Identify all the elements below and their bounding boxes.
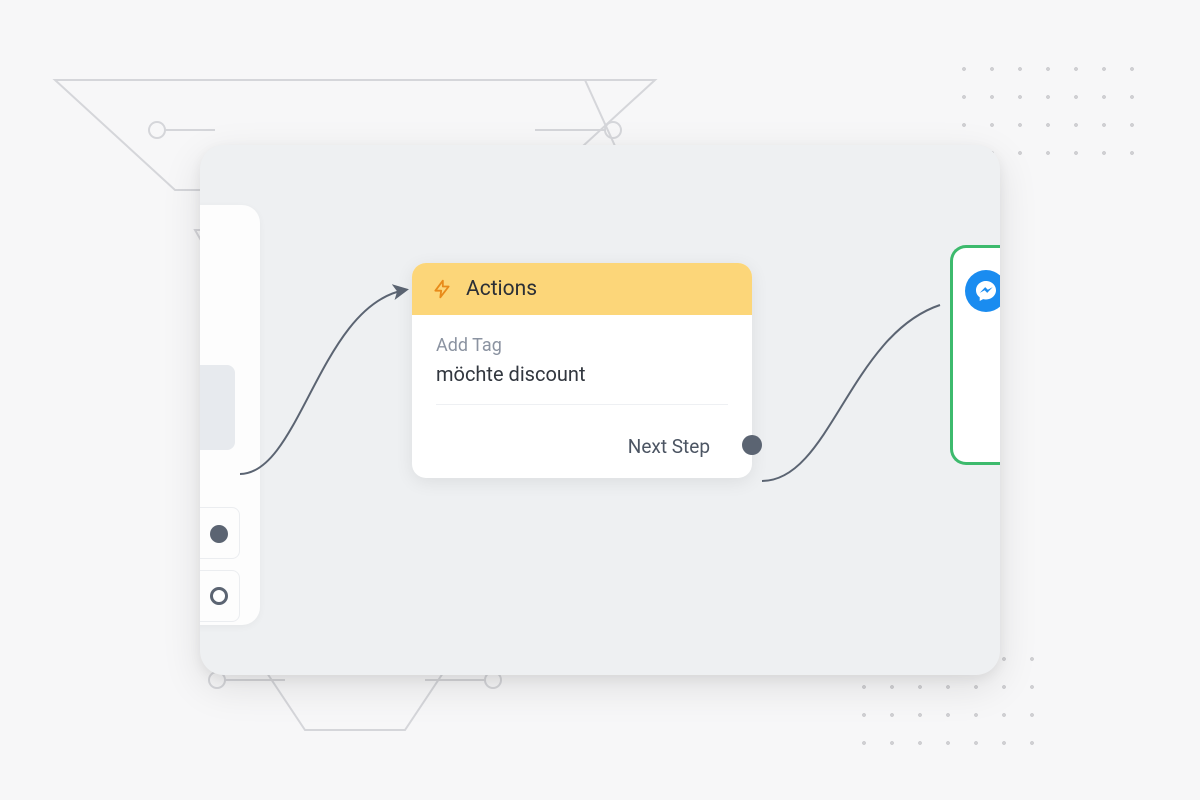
- previous-node-content: [200, 365, 235, 450]
- actions-node-body: Add Tag möchte discount: [412, 315, 752, 417]
- bolt-icon: [432, 277, 452, 301]
- actions-node-title: Actions: [466, 277, 537, 301]
- next-step-port[interactable]: [742, 435, 762, 455]
- previous-node-partial[interactable]: [200, 205, 260, 625]
- next-step-label: Next Step: [628, 435, 710, 458]
- next-node-partial[interactable]: [950, 245, 1000, 465]
- add-tag-label: Add Tag: [436, 335, 728, 356]
- actions-node-footer: Next Step: [412, 417, 752, 478]
- actions-node-header: Actions: [412, 263, 752, 315]
- actions-node[interactable]: Actions Add Tag möchte discount Next Ste…: [412, 263, 752, 478]
- output-port-filled[interactable]: [210, 525, 228, 543]
- messenger-icon: [965, 270, 1000, 312]
- flow-canvas[interactable]: Actions Add Tag möchte discount Next Ste…: [200, 145, 1000, 675]
- output-port-empty[interactable]: [210, 587, 228, 605]
- add-tag-value: möchte discount: [436, 362, 728, 405]
